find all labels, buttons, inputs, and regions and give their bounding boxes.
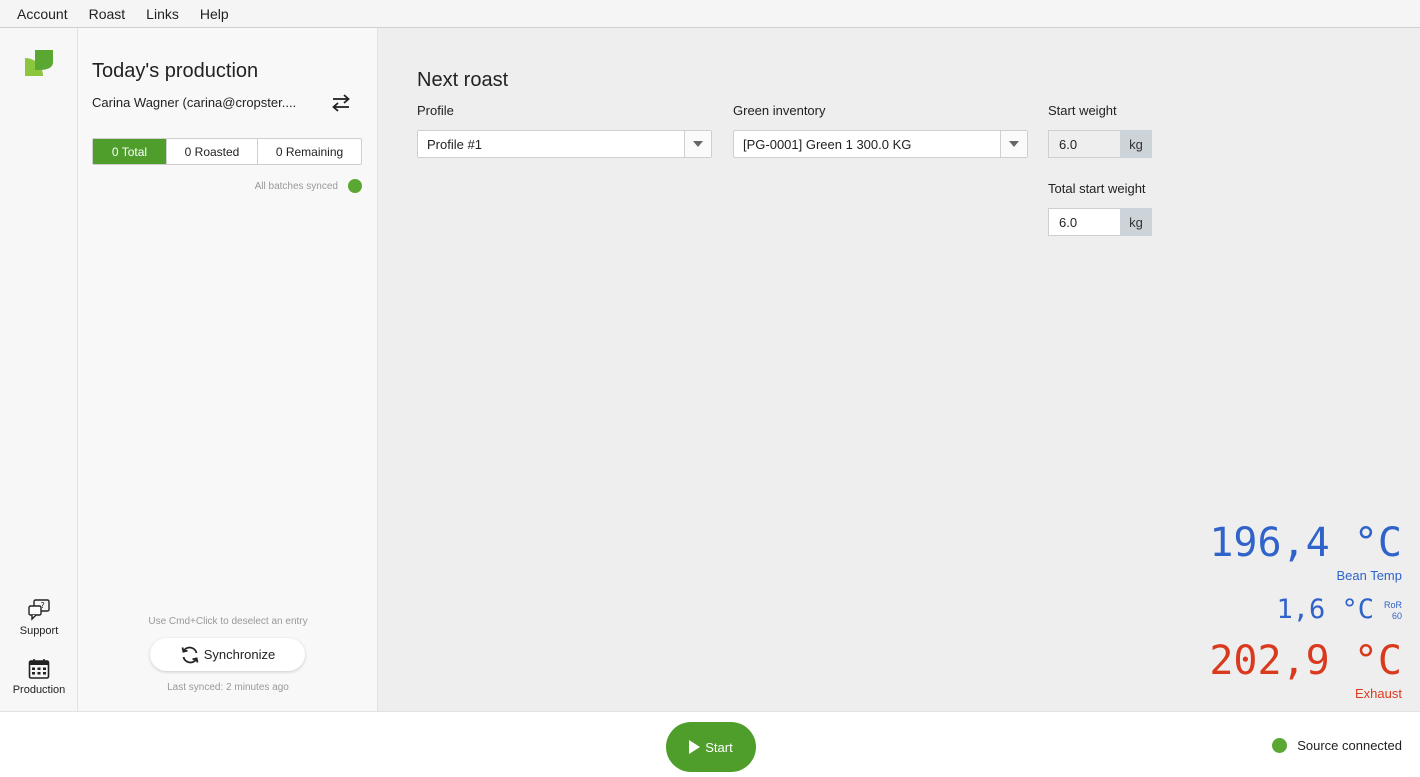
total-start-weight-field: 6.0 kg xyxy=(1048,208,1152,236)
green-inventory-dropdown-arrow-icon[interactable] xyxy=(1000,131,1027,157)
sync-status: All batches synced xyxy=(255,179,362,193)
footer-bar: Start Source connected xyxy=(0,711,1420,777)
tab-total[interactable]: 0 Total xyxy=(93,139,167,164)
production-label: Production xyxy=(12,684,66,696)
ror-label-top: RoR xyxy=(1383,600,1402,610)
cropster-logo-icon[interactable] xyxy=(23,48,55,80)
exhaust-label: Exhaust xyxy=(1355,686,1402,701)
left-rail: ? Support Production xyxy=(0,28,78,711)
total-start-weight-input[interactable]: 6.0 xyxy=(1048,208,1120,236)
profile-select[interactable]: Profile #1 xyxy=(417,130,712,158)
deselect-hint: Use Cmd+Click to deselect an entry xyxy=(148,616,308,627)
menu-account[interactable]: Account xyxy=(17,6,68,22)
ror-label-bottom: 60 xyxy=(1391,611,1402,621)
production-panel: Today's production Carina Wagner (carina… xyxy=(78,28,378,711)
start-roast-button[interactable]: Start xyxy=(666,722,756,772)
menu-bar: Account Roast Links Help xyxy=(0,0,1420,28)
support-label: Support xyxy=(19,625,59,637)
menu-links[interactable]: Links xyxy=(146,6,179,22)
next-roast-area: Next roast Profile Profile #1 Green inve… xyxy=(378,28,1420,711)
start-weight-unit: kg xyxy=(1120,130,1152,158)
play-icon xyxy=(689,740,701,754)
total-start-weight-unit: kg xyxy=(1120,208,1152,236)
support-chat-icon: ? xyxy=(28,599,50,621)
profile-label: Profile xyxy=(417,103,454,118)
menu-help[interactable]: Help xyxy=(200,6,229,22)
profile-dropdown-arrow-icon[interactable] xyxy=(684,131,711,157)
production-title: Today's production xyxy=(92,60,259,82)
sync-status-text: All batches synced xyxy=(254,180,338,192)
start-label: Start xyxy=(705,739,733,755)
batch-filter-tabs: 0 Total 0 Roasted 0 Remaining xyxy=(92,138,362,165)
green-inventory-select[interactable]: [PG-0001] Green 1 300.0 KG xyxy=(733,130,1028,158)
start-weight-label: Start weight xyxy=(1048,103,1117,118)
total-start-weight-label: Total start weight xyxy=(1048,181,1146,196)
source-status-dot-icon xyxy=(1272,738,1288,753)
green-inventory-label: Green inventory xyxy=(733,103,826,118)
bean-temp-label: Bean Temp xyxy=(1336,568,1402,583)
menu-roast[interactable]: Roast xyxy=(89,6,126,22)
support-button[interactable]: ? Support xyxy=(0,599,78,637)
tab-remaining[interactable]: 0 Remaining xyxy=(258,139,361,164)
user-name: Carina Wagner (carina@cropster.... xyxy=(92,95,297,110)
source-status-text: Source connected xyxy=(1297,738,1402,753)
calendar-icon xyxy=(28,659,50,679)
profile-value: Profile #1 xyxy=(427,136,482,152)
synchronize-button[interactable]: Synchronize xyxy=(150,638,305,671)
last-synced-text: Last synced: 2 minutes ago xyxy=(167,682,289,693)
next-roast-title: Next roast xyxy=(417,69,509,91)
source-status: Source connected xyxy=(1272,738,1402,753)
start-weight-input[interactable]: 6.0 xyxy=(1048,130,1120,158)
svg-text:?: ? xyxy=(41,601,45,610)
bean-temp-readout: 196,4 °C xyxy=(1209,520,1402,566)
ror-readout: 1,6 °C xyxy=(1276,594,1374,625)
production-button[interactable]: Production xyxy=(0,658,78,696)
green-inventory-value: [PG-0001] Green 1 300.0 KG xyxy=(743,136,912,152)
sync-icon xyxy=(181,646,199,663)
ror-label: RoR 60 xyxy=(1384,600,1402,622)
sync-status-dot-icon xyxy=(348,179,362,193)
exhaust-readout: 202,9 °C xyxy=(1209,638,1402,684)
start-weight-field: 6.0 kg xyxy=(1048,130,1152,158)
synchronize-label: Synchronize xyxy=(203,647,276,662)
tab-roasted[interactable]: 0 Roasted xyxy=(167,139,258,164)
switch-user-icon[interactable] xyxy=(330,92,352,114)
